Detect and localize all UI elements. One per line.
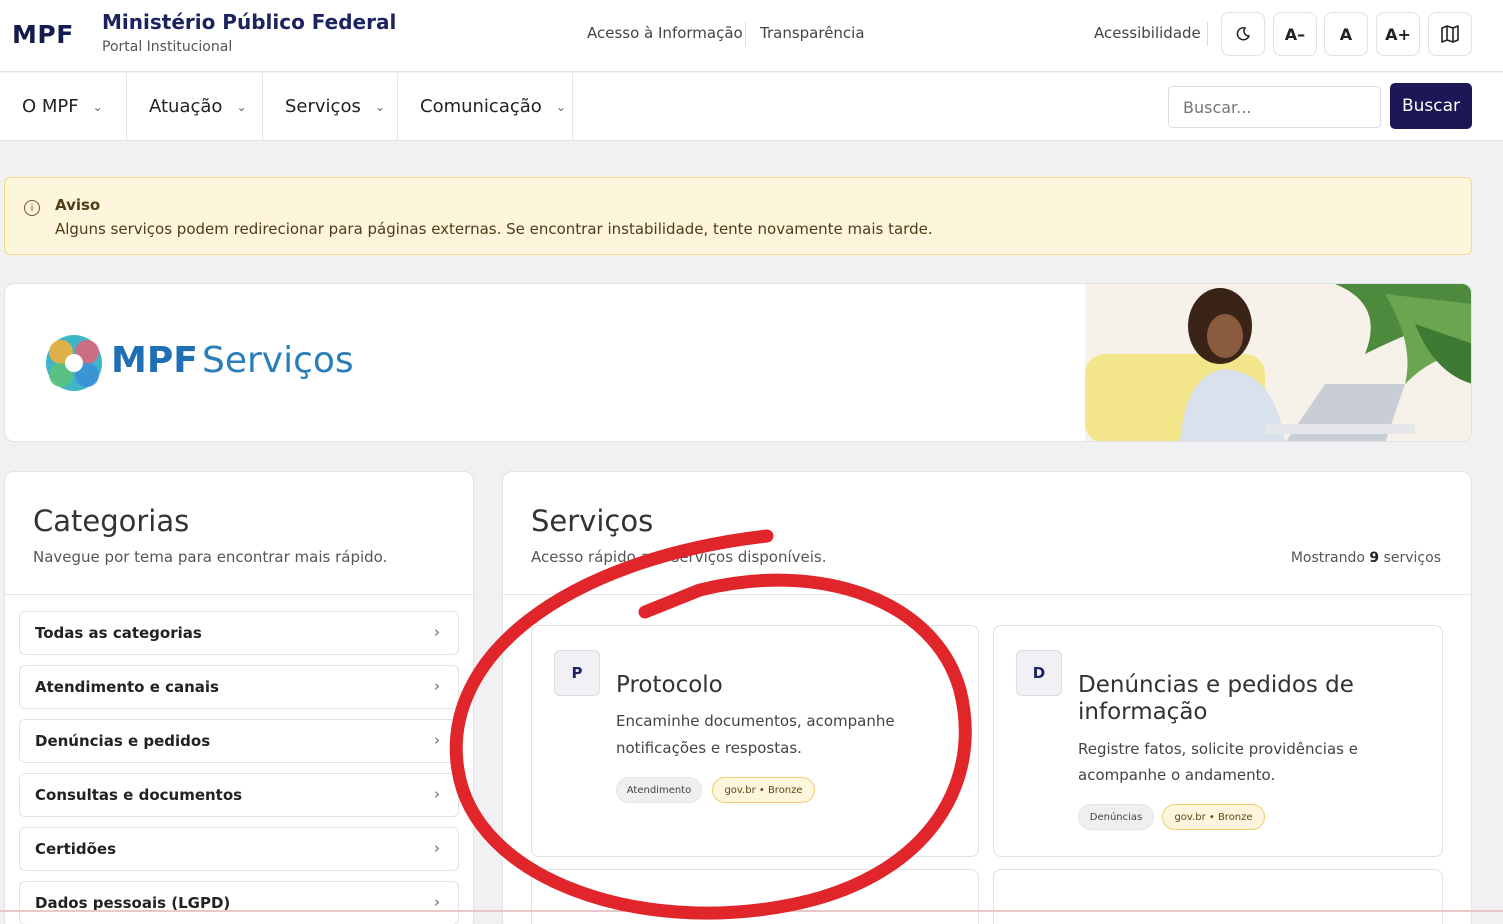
font-increase-button[interactable]: A+ <box>1376 12 1420 56</box>
category-label: Certidões <box>35 840 117 858</box>
services-count: Mostrando 9 serviços <box>1291 550 1441 566</box>
nav-item-atuacao[interactable]: Atuação ⌄ <box>127 73 263 140</box>
main-nav: O MPF ⌄ Atuação ⌄ Serviços ⌄ Comunicação ⌄ B… <box>0 73 1503 141</box>
nav-label: Serviços <box>285 96 361 117</box>
service-desc-line2: acompanhe o andamento. <box>1078 766 1276 784</box>
category-label: Todas as categorias <box>35 624 202 642</box>
service-card-protocolo[interactable]: P Protocolo Encaminhe documentos, acompa… <box>531 625 979 857</box>
service-level-tag: gov.br • Bronze <box>1162 804 1265 830</box>
nav-item-servicos[interactable]: Serviços ⌄ <box>263 73 398 140</box>
banner-brand-bold: MPF <box>111 340 198 381</box>
font-decrease-button[interactable]: A– <box>1273 12 1317 56</box>
notice-alert: i Aviso Alguns serviços podem redirecion… <box>4 177 1472 255</box>
services-title: Serviços <box>531 504 654 538</box>
nav-label: Atuação <box>149 96 223 117</box>
nav-label: Comunicação <box>420 96 542 117</box>
services-panel: Serviços Acesso rápido aos serviços disp… <box>502 471 1472 924</box>
banner-brand-light: Serviços <box>202 340 354 381</box>
chevron-down-icon: ⌄ <box>555 99 566 114</box>
service-title-line2: informação <box>1078 699 1208 725</box>
service-title: Protocolo <box>616 672 723 698</box>
service-category-tag: Atendimento <box>616 777 702 803</box>
search-button[interactable]: Buscar <box>1390 83 1472 129</box>
top-header: MPF Ministério Público Federal Portal In… <box>0 0 1503 72</box>
category-consultas[interactable]: Consultas e documentos › <box>19 773 459 817</box>
divider <box>503 594 1471 595</box>
service-desc-line1: Registre fatos, solicite providências e <box>1078 740 1358 758</box>
count-value: 9 <box>1369 550 1380 566</box>
sitemap-button[interactable] <box>1428 12 1472 56</box>
categories-subtitle: Navegue por tema para encontrar mais ráp… <box>33 548 388 566</box>
map-icon <box>1441 25 1459 43</box>
alert-title: Aviso <box>55 196 101 214</box>
divider <box>745 22 746 46</box>
chevron-right-icon: › <box>434 623 440 641</box>
banner-photo-woman-laptop <box>1085 284 1471 441</box>
service-level-tag: gov.br • Bronze <box>712 777 815 803</box>
font-reset-button[interactable]: A <box>1324 12 1368 56</box>
count-prefix: Mostrando <box>1290 550 1365 566</box>
chevron-right-icon: › <box>434 677 440 695</box>
divider <box>5 594 473 595</box>
org-subtitle: Portal Institucional <box>102 39 233 55</box>
service-desc-line1: Encaminhe documentos, acompanhe <box>616 712 895 730</box>
service-letter-badge: P <box>554 650 600 696</box>
link-transparencia[interactable]: Transparência <box>760 24 865 42</box>
chevron-right-icon: › <box>434 785 440 803</box>
categories-panel: Categorias Navegue por tema para encontr… <box>4 471 474 924</box>
mpf-logo[interactable]: MPF <box>12 20 74 49</box>
service-card[interactable] <box>531 869 979 924</box>
nav-item-comunicacao[interactable]: Comunicação ⌄ <box>398 73 573 140</box>
service-card[interactable] <box>993 869 1443 924</box>
link-acesso-informacao[interactable]: Acesso à Informação <box>587 24 743 42</box>
category-label: Atendimento e canais <box>35 678 219 696</box>
chevron-right-icon: › <box>434 731 440 749</box>
divider <box>1207 22 1208 46</box>
services-subtitle: Acesso rápido aos serviços disponíveis. <box>531 548 827 566</box>
service-title-line1: Denúncias e pedidos de <box>1078 672 1354 698</box>
category-denuncias[interactable]: Denúncias e pedidos › <box>19 719 459 763</box>
search-input[interactable] <box>1168 86 1381 128</box>
mpf-servicos-logo-icon <box>46 335 102 391</box>
service-letter-badge: D <box>1016 650 1062 696</box>
accessibility-label[interactable]: Acessibilidade <box>1094 24 1201 42</box>
service-desc-line2: notificações e respostas. <box>616 739 802 757</box>
chevron-down-icon: ⌄ <box>92 99 103 114</box>
category-atendimento[interactable]: Atendimento e canais › <box>19 665 459 709</box>
category-label: Denúncias e pedidos <box>35 732 211 750</box>
category-label: Consultas e documentos <box>35 786 243 804</box>
nav-label: O MPF <box>22 96 79 117</box>
services-banner: MPF Serviços <box>4 283 1472 442</box>
category-todas[interactable]: Todas as categorias › <box>19 611 459 655</box>
org-name[interactable]: Ministério Público Federal <box>102 10 396 34</box>
page-edge-line <box>0 910 1503 912</box>
service-category-tag: Denúncias <box>1078 804 1154 830</box>
chevron-down-icon: ⌄ <box>236 99 247 114</box>
nav-item-ompf[interactable]: O MPF ⌄ <box>0 73 127 140</box>
service-card-denuncias[interactable]: D Denúncias e pedidos de informação Regi… <box>993 625 1443 857</box>
chevron-right-icon: › <box>434 893 440 911</box>
category-certidoes[interactable]: Certidões › <box>19 827 459 871</box>
count-suffix: serviços <box>1383 550 1441 566</box>
moon-icon <box>1236 27 1251 41</box>
chevron-right-icon: › <box>434 839 440 857</box>
alert-text: Alguns serviços podem redirecionar para … <box>55 220 933 238</box>
dark-mode-button[interactable] <box>1221 12 1265 56</box>
categories-title: Categorias <box>33 504 190 538</box>
chevron-down-icon: ⌄ <box>374 99 385 114</box>
category-lgpd[interactable]: Dados pessoais (LGPD) › <box>19 881 459 924</box>
info-icon: i <box>24 200 40 216</box>
